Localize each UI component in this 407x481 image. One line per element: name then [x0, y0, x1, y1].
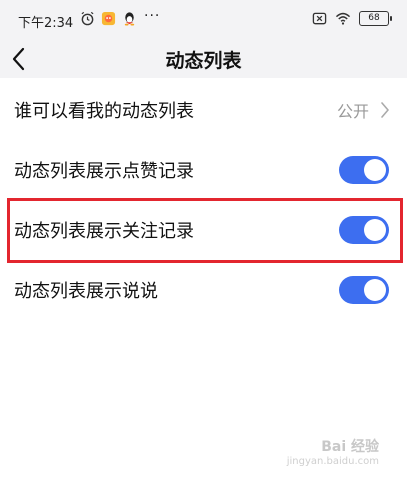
status-more-dots: ··· — [144, 8, 161, 24]
setting-label: 动态列表展示说说 — [14, 281, 158, 302]
setting-row-visibility[interactable]: 谁可以看我的动态列表 公开 — [0, 80, 407, 140]
status-right-icons: 68 — [312, 11, 392, 26]
setting-label: 谁可以看我的动态列表 — [14, 101, 194, 122]
setting-value: 公开 — [336, 102, 369, 121]
app-icon — [101, 11, 116, 26]
highlight-box — [7, 198, 403, 263]
close-box-icon — [312, 12, 327, 25]
title-bar: 动态列表 — [0, 40, 407, 78]
setting-row-likes: 动态列表展示点赞记录 — [0, 140, 407, 200]
status-time: 下午2:34 — [18, 16, 74, 31]
posts-toggle[interactable] — [339, 276, 389, 304]
chevron-right-icon — [381, 102, 389, 118]
wifi-icon — [335, 12, 351, 25]
setting-row-posts: 动态列表展示说说 — [0, 260, 407, 320]
toggle-knob — [364, 159, 386, 181]
alarm-icon — [81, 11, 94, 26]
toggle-knob — [364, 279, 386, 301]
watermark-logo: Bai 经验 — [321, 439, 379, 455]
setting-label: 动态列表展示点赞记录 — [14, 161, 194, 182]
battery-icon: 68 — [359, 11, 392, 26]
status-bar: 下午2:34 ··· 68 — [0, 0, 407, 40]
likes-toggle[interactable] — [339, 156, 389, 184]
status-left-icons — [80, 11, 137, 26]
qq-penguin-icon — [124, 12, 135, 26]
page-title: 动态列表 — [165, 50, 242, 72]
watermark-url: jingyan.baidu.com — [286, 456, 379, 467]
